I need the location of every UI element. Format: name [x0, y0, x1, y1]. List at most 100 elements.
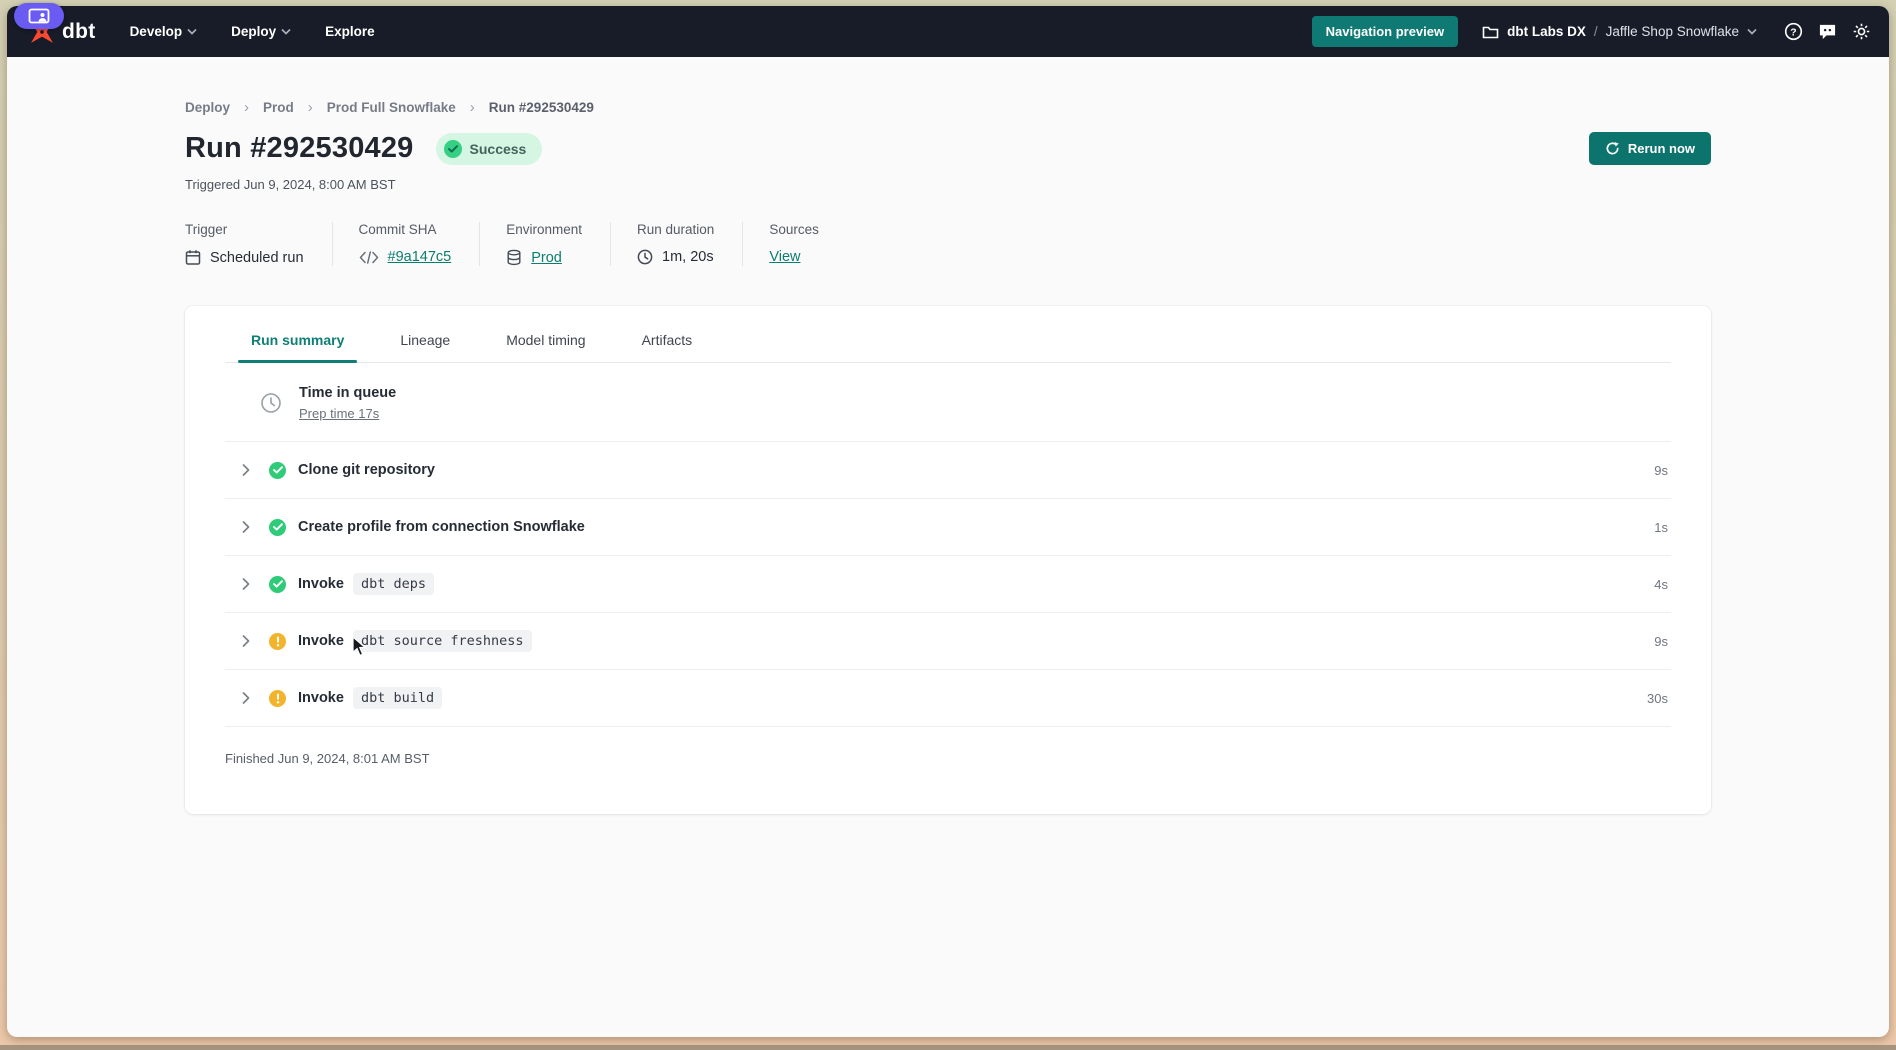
step-label: Clone git repository [298, 462, 435, 478]
meta-label: Sources [769, 222, 819, 237]
meta-label: Commit SHA [359, 222, 452, 237]
nav-item-label: Develop [130, 24, 183, 39]
meta-environment: Environment Prod [479, 222, 610, 266]
screen-share-user-icon [28, 8, 50, 24]
step-label: Create profile from connection Snowflake [298, 519, 585, 535]
desktop-bottom-edge [0, 1045, 1896, 1050]
project-name: Jaffle Shop Snowflake [1606, 24, 1739, 39]
folder-icon [1482, 25, 1499, 39]
status-label: Success [470, 141, 527, 157]
meta-label: Environment [506, 222, 582, 237]
meta-label: Trigger [185, 222, 304, 237]
database-icon [506, 249, 522, 266]
success-check-icon [269, 576, 286, 593]
step-duration: 1s [1654, 520, 1668, 535]
chevron-right-icon[interactable] [235, 578, 257, 590]
meta-commit-sha: Commit SHA #9a147c5 [332, 222, 480, 266]
rerun-now-button[interactable]: Rerun now [1589, 132, 1711, 165]
refresh-icon [1605, 141, 1620, 156]
run-summary-card: Run summary Lineage Model timing Artifac… [185, 306, 1711, 814]
gear-icon[interactable] [1851, 22, 1871, 42]
account-separator: / [1594, 24, 1598, 39]
tabs: Run summary Lineage Model timing Artifac… [225, 306, 1671, 363]
time-in-queue-title: Time in queue [299, 385, 396, 401]
screen-share-badge[interactable] [14, 3, 64, 29]
calendar-icon [185, 249, 201, 266]
finished-timestamp: Finished Jun 9, 2024, 8:01 AM BST [225, 726, 1671, 772]
page-title: Run #292530429 [185, 132, 414, 165]
svg-text:?: ? [1790, 27, 1796, 38]
tab-artifacts[interactable]: Artifacts [639, 306, 696, 362]
chevron-right-icon[interactable] [235, 521, 257, 533]
chevron-down-icon [187, 28, 197, 35]
step-command: dbt deps [353, 573, 434, 595]
run-duration-value: 1m, 20s [662, 249, 714, 265]
nav-right: Navigation preview dbt Labs DX / Jaffle … [1312, 16, 1871, 47]
page-content: Deploy › Prod › Prod Full Snowflake › Ru… [7, 57, 1889, 1037]
warning-icon [269, 690, 286, 707]
prep-time-link[interactable]: Prep time 17s [299, 406, 396, 421]
account-switcher[interactable]: dbt Labs DX / Jaffle Shop Snowflake [1482, 24, 1757, 39]
nav-item-label: Deploy [231, 24, 276, 39]
meta-sources: Sources View [742, 222, 847, 266]
meta-run-duration: Run duration 1m, 20s [610, 222, 742, 266]
navigation-preview-button[interactable]: Navigation preview [1312, 16, 1458, 47]
breadcrumb-separator: › [244, 99, 249, 116]
step-row-create-profile[interactable]: Create profile from connection Snowflake… [225, 498, 1671, 555]
breadcrumb-run: Run #292530429 [489, 100, 594, 115]
account-name: dbt Labs DX [1507, 24, 1586, 39]
chevron-right-icon[interactable] [235, 692, 257, 704]
triggered-timestamp: Triggered Jun 9, 2024, 8:00 AM BST [185, 177, 1711, 192]
step-label: Invoke [298, 633, 344, 649]
feedback-chat-icon[interactable] [1817, 22, 1837, 42]
clock-icon [637, 249, 653, 265]
environment-link[interactable]: Prod [531, 250, 562, 266]
success-check-icon [269, 519, 286, 536]
tab-model-timing[interactable]: Model timing [503, 306, 588, 362]
breadcrumb-separator: › [470, 99, 475, 116]
step-row-invoke-dbt-source-freshness[interactable]: Invoke dbt source freshness 9s [225, 612, 1671, 669]
step-label: Invoke [298, 576, 344, 592]
step-row-invoke-dbt-deps[interactable]: Invoke dbt deps 4s [225, 555, 1671, 612]
title-row: Run #292530429 Success Rerun now [185, 132, 1711, 165]
tab-run-summary[interactable]: Run summary [248, 306, 347, 362]
time-in-queue-block: Time in queue Prep time 17s [225, 363, 1671, 441]
nav-item-explore[interactable]: Explore [325, 24, 375, 39]
commit-sha-link[interactable]: #9a147c5 [388, 249, 452, 265]
nav-menu: Develop Deploy Explore [130, 24, 375, 39]
step-duration: 9s [1654, 463, 1668, 478]
top-nav: dbt Develop Deploy Explore Navigation pr… [7, 6, 1889, 57]
step-row-invoke-dbt-build[interactable]: Invoke dbt build 30s [225, 669, 1671, 726]
run-meta-row: Trigger Scheduled run Commit SHA #9a147c… [185, 222, 1711, 266]
breadcrumb-deploy[interactable]: Deploy [185, 100, 230, 115]
breadcrumb-prod[interactable]: Prod [263, 100, 294, 115]
app-window: dbt Develop Deploy Explore Navigation pr… [7, 6, 1889, 1037]
sources-view-link[interactable]: View [769, 249, 800, 265]
chevron-down-icon [281, 28, 291, 35]
step-command: dbt build [353, 687, 442, 709]
step-duration: 4s [1654, 577, 1668, 592]
step-duration: 9s [1654, 634, 1668, 649]
nav-item-label: Explore [325, 24, 375, 39]
tab-lineage[interactable]: Lineage [397, 306, 453, 362]
step-row-clone-git[interactable]: Clone git repository 9s [225, 441, 1671, 498]
code-icon [359, 251, 379, 264]
nav-icons: ? [1783, 22, 1871, 42]
rerun-now-label: Rerun now [1628, 141, 1695, 156]
breadcrumb: Deploy › Prod › Prod Full Snowflake › Ru… [185, 99, 1711, 116]
meta-trigger: Trigger Scheduled run [185, 222, 332, 266]
help-icon[interactable]: ? [1783, 22, 1803, 42]
dbt-logo-text: dbt [62, 20, 96, 44]
success-check-icon [444, 140, 462, 158]
nav-item-deploy[interactable]: Deploy [231, 24, 291, 39]
step-duration: 30s [1647, 691, 1668, 706]
chevron-right-icon[interactable] [235, 464, 257, 476]
step-command: dbt source freshness [353, 630, 532, 652]
nav-item-develop[interactable]: Develop [130, 24, 198, 39]
chevron-right-icon[interactable] [235, 635, 257, 647]
chevron-down-icon [1747, 28, 1757, 35]
trigger-value: Scheduled run [210, 250, 304, 266]
breadcrumb-job[interactable]: Prod Full Snowflake [327, 100, 456, 115]
queue-clock-icon [260, 392, 282, 414]
status-badge: Success [436, 133, 543, 165]
